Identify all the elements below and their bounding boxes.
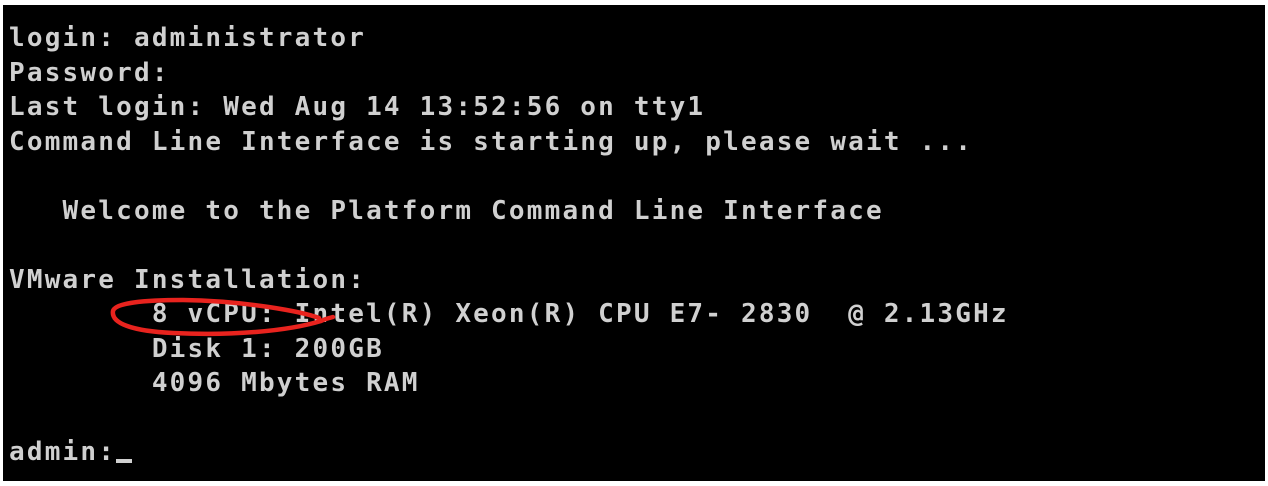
terminal-line-vcpu: 8 vCPU: Intel(R) Xeon(R) CPU E7- 2830 @ … — [9, 299, 1009, 329]
terminal-console[interactable]: login: administrator Password: Last login:… — [3, 5, 1265, 481]
terminal-line-blank-1 — [9, 159, 1009, 194]
terminal-line-cli-starting: Command Line Interface is starting up, p… — [9, 126, 974, 157]
terminal-line-ram: 4096 Mbytes RAM — [9, 368, 420, 398]
terminal-prompt-line[interactable]: admin: — [9, 435, 1009, 470]
terminal-line-last-login: Last login: Wed Aug 14 13:52:56 on tty1 — [9, 92, 706, 122]
terminal-line-blank-3 — [9, 401, 1009, 436]
terminal-line-welcome: Welcome to the Platform Command Line Int… — [9, 195, 884, 226]
terminal-line-disk: Disk 1: 200GB — [9, 333, 384, 364]
terminal-line-password: Password: — [9, 57, 170, 88]
terminal-line-login: login: administrator — [9, 23, 367, 53]
terminal-line-vmware-installation: VMware Installation: — [9, 264, 367, 295]
terminal-output: login: administrator Password: Last login:… — [9, 21, 1009, 470]
terminal-cursor — [116, 459, 133, 463]
terminal-line-blank-2 — [9, 228, 1009, 263]
terminal-prompt: admin: — [9, 437, 117, 467]
